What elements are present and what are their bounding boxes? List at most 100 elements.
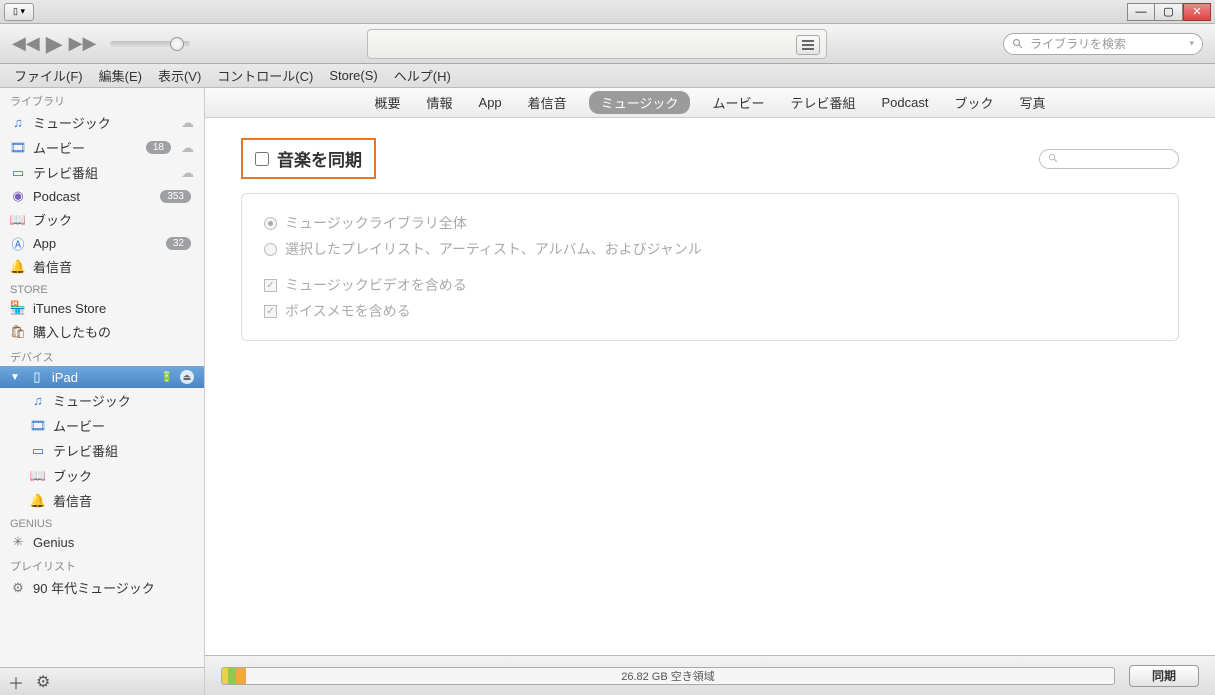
tab-books[interactable]: ブック bbox=[950, 91, 997, 114]
tab-tv[interactable]: テレビ番組 bbox=[786, 91, 859, 114]
sidebar-item-playlist-90s[interactable]: ⚙90 年代ミュージック bbox=[0, 575, 204, 600]
minimize-button[interactable]: — bbox=[1127, 3, 1155, 21]
search-icon bbox=[1012, 38, 1024, 50]
sidebar-item-movies[interactable]: 🎞ムービー18☁ bbox=[0, 135, 204, 160]
battery-icon: 🔋 bbox=[161, 372, 173, 383]
sidebar-item-itunes-store[interactable]: 🏪iTunes Store bbox=[0, 297, 204, 319]
next-track-button[interactable]: ▶▶ bbox=[69, 33, 97, 54]
sidebar-item-ipad[interactable]: ▼▯iPad🔋⏏ bbox=[0, 366, 204, 388]
radio-icon bbox=[264, 217, 277, 230]
menu-control[interactable]: コントロール(C) bbox=[209, 66, 321, 85]
menu-file[interactable]: ファイル(F) bbox=[6, 66, 91, 85]
sync-music-checkbox[interactable] bbox=[255, 152, 269, 166]
book-icon: 📖 bbox=[10, 212, 26, 228]
disclosure-triangle-icon[interactable]: ▼ bbox=[10, 372, 20, 383]
chevron-down-icon: ▾ bbox=[1189, 38, 1194, 49]
tab-info[interactable]: 情報 bbox=[423, 91, 457, 114]
sidebar-header-devices: デバイス bbox=[0, 344, 204, 366]
radio-icon bbox=[264, 243, 277, 256]
app-menu-dropdown[interactable]: ▯ ▾ bbox=[4, 3, 34, 21]
menu-edit[interactable]: 編集(E) bbox=[91, 66, 150, 85]
book-icon: 📖 bbox=[30, 468, 46, 484]
maximize-button[interactable]: ▢ bbox=[1155, 3, 1183, 21]
genius-icon: ✳ bbox=[10, 534, 26, 550]
badge: 353 bbox=[160, 190, 191, 203]
play-button[interactable]: ▶ bbox=[46, 31, 63, 57]
sidebar-header-store: STORE bbox=[0, 279, 204, 297]
sync-music-highlight: 音楽を同期 bbox=[241, 138, 376, 179]
option-include-voice[interactable]: ✓ボイスメモを含める bbox=[264, 298, 1156, 324]
prev-track-button[interactable]: ◀◀ bbox=[12, 33, 40, 54]
sidebar-bottom-bar: ＋ ⚙ bbox=[0, 667, 204, 695]
sidebar-device-music[interactable]: ♫ミュージック bbox=[0, 388, 204, 413]
tv-icon: ▭ bbox=[10, 165, 26, 181]
sidebar-item-app[interactable]: ⒶApp32 bbox=[0, 232, 204, 254]
cloud-icon: ☁ bbox=[181, 165, 194, 181]
badge: 18 bbox=[146, 141, 171, 154]
sidebar-item-music[interactable]: ♫ミュージック☁ bbox=[0, 110, 204, 135]
content-search-input[interactable] bbox=[1039, 149, 1179, 169]
sidebar-device-movies[interactable]: 🎞ムービー bbox=[0, 413, 204, 438]
option-entire-library[interactable]: ミュージックライブラリ全体 bbox=[264, 210, 1156, 236]
sidebar-device-books[interactable]: 📖ブック bbox=[0, 463, 204, 488]
bell-icon: 🔔 bbox=[10, 259, 26, 275]
tab-music[interactable]: ミュージック bbox=[589, 91, 691, 114]
tab-podcast[interactable]: Podcast bbox=[877, 93, 932, 112]
sync-options-panel: ミュージックライブラリ全体 選択したプレイリスト、アーティスト、アルバム、および… bbox=[241, 193, 1179, 341]
sidebar-item-purchased[interactable]: 🛍購入したもの bbox=[0, 319, 204, 344]
search-input[interactable]: ライブラリを検索 ▾ bbox=[1003, 33, 1203, 55]
player-bar: ◀◀ ▶ ▶▶ ライブラリを検索 ▾ bbox=[0, 24, 1215, 64]
view-list-button[interactable] bbox=[796, 35, 820, 55]
capacity-bar: 26.82 GB 空き領域 bbox=[221, 667, 1115, 685]
sidebar-item-ringtone[interactable]: 🔔着信音 bbox=[0, 254, 204, 279]
sidebar-device-tv[interactable]: ▭テレビ番組 bbox=[0, 438, 204, 463]
podcast-icon: ◉ bbox=[10, 188, 26, 204]
volume-slider[interactable] bbox=[110, 41, 190, 47]
close-button[interactable]: ✕ bbox=[1183, 3, 1211, 21]
option-include-videos[interactable]: ✓ミュージックビデオを含める bbox=[264, 272, 1156, 298]
sidebar-item-books[interactable]: 📖ブック bbox=[0, 207, 204, 232]
eject-button[interactable]: ⏏ bbox=[180, 370, 194, 384]
now-playing-display bbox=[367, 29, 827, 59]
capacity-segment bbox=[228, 668, 236, 684]
menu-bar: ファイル(F) 編集(E) 表示(V) コントロール(C) Store(S) ヘ… bbox=[0, 64, 1215, 88]
tab-photos[interactable]: 写真 bbox=[1015, 91, 1049, 114]
menu-help[interactable]: ヘルプ(H) bbox=[386, 66, 459, 85]
checkbox-icon: ✓ bbox=[264, 305, 277, 318]
settings-button[interactable]: ⚙ bbox=[36, 672, 50, 692]
store-icon: 🏪 bbox=[10, 300, 26, 316]
checkbox-icon: ✓ bbox=[264, 279, 277, 292]
add-button[interactable]: ＋ bbox=[8, 670, 24, 694]
sidebar-header-genius: GENIUS bbox=[0, 513, 204, 531]
sync-button[interactable]: 同期 bbox=[1129, 665, 1199, 687]
option-selected-items[interactable]: 選択したプレイリスト、アーティスト、アルバム、およびジャンル bbox=[264, 236, 1156, 262]
sidebar-item-genius[interactable]: ✳Genius bbox=[0, 531, 204, 553]
music-icon: ♫ bbox=[10, 115, 26, 131]
tab-app[interactable]: App bbox=[475, 93, 506, 112]
gear-icon: ⚙ bbox=[10, 580, 26, 596]
sidebar-device-ringtone[interactable]: 🔔着信音 bbox=[0, 488, 204, 513]
search-placeholder: ライブラリを検索 bbox=[1030, 35, 1126, 52]
menu-store[interactable]: Store(S) bbox=[321, 68, 385, 83]
movie-icon: 🎞 bbox=[10, 140, 26, 156]
content-area: 概要 情報 App 着信音 ミュージック ムービー テレビ番組 Podcast … bbox=[205, 88, 1215, 695]
capacity-segment bbox=[236, 668, 246, 684]
tv-icon: ▭ bbox=[30, 443, 46, 459]
tab-ringtone[interactable]: 着信音 bbox=[524, 91, 571, 114]
window-titlebar: ▯ ▾ — ▢ ✕ bbox=[0, 0, 1215, 24]
bell-icon: 🔔 bbox=[30, 493, 46, 509]
sidebar-header-library: ライブラリ bbox=[0, 88, 204, 110]
sidebar-item-podcast[interactable]: ◉Podcast353 bbox=[0, 185, 204, 207]
cloud-icon: ☁ bbox=[181, 140, 194, 156]
music-icon: ♫ bbox=[30, 393, 46, 409]
tab-summary[interactable]: 概要 bbox=[371, 91, 405, 114]
tab-movies[interactable]: ムービー bbox=[708, 91, 768, 114]
ipad-icon: ▯ bbox=[29, 369, 45, 385]
cloud-icon: ☁ bbox=[181, 115, 194, 131]
menu-view[interactable]: 表示(V) bbox=[150, 66, 209, 85]
sync-music-title: 音楽を同期 bbox=[277, 146, 362, 171]
sidebar-item-tv[interactable]: ▭テレビ番組☁ bbox=[0, 160, 204, 185]
device-tabs: 概要 情報 App 着信音 ミュージック ムービー テレビ番組 Podcast … bbox=[205, 88, 1215, 118]
bottom-bar: 26.82 GB 空き領域 同期 bbox=[205, 655, 1215, 695]
search-icon bbox=[1048, 153, 1059, 164]
